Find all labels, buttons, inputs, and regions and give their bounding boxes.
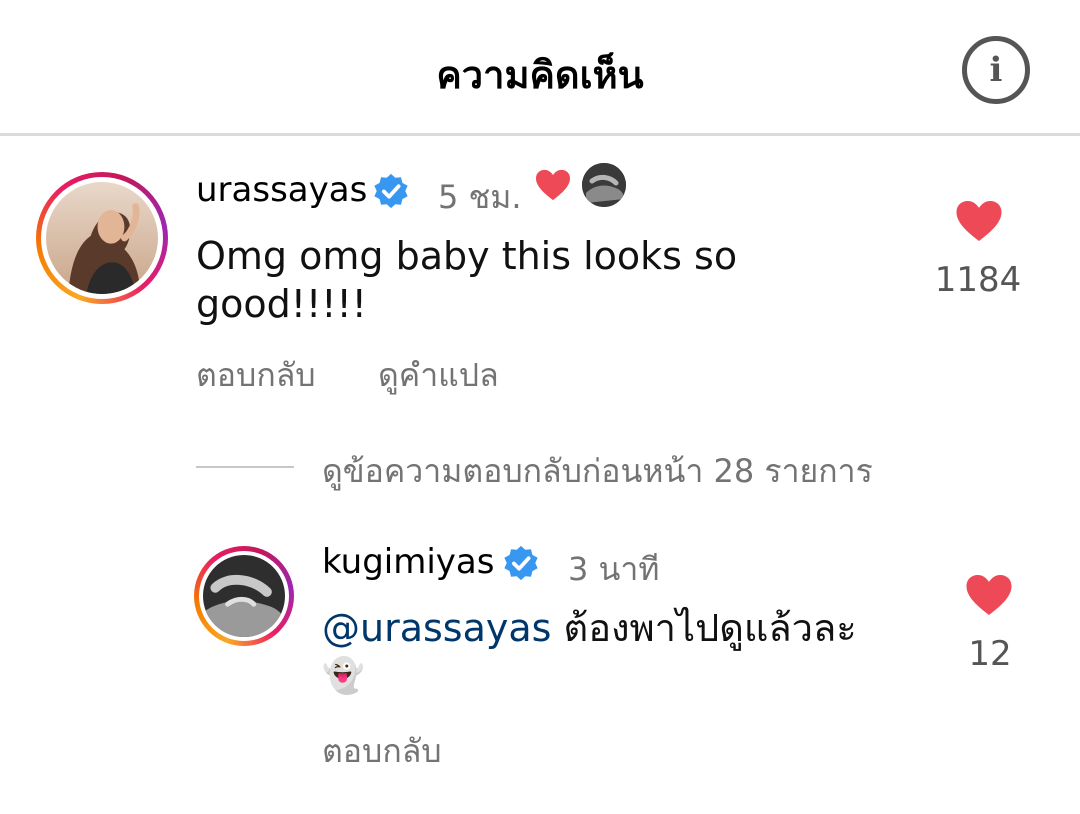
header-bar: ความคิดเห็น i <box>0 0 1080 136</box>
like-heart-icon[interactable] <box>954 198 1004 244</box>
comment-text-line: Omg omg baby this looks so <box>196 234 738 278</box>
ghost-emoji: 👻 <box>322 656 365 696</box>
creator-avatar <box>582 163 626 207</box>
verified-badge-icon <box>374 173 408 209</box>
reply-username[interactable]: kugimiyas <box>322 542 494 582</box>
avatar[interactable] <box>36 172 168 304</box>
mention-link[interactable]: @urassayas <box>322 606 551 650</box>
translate-button[interactable]: ดูคำแปล <box>378 350 499 401</box>
page-title: ความคิดเห็น <box>436 53 644 97</box>
reply-text-body: ต้องพาไปดูแล้วละ <box>551 606 857 650</box>
comment-username[interactable]: urassayas <box>196 170 367 210</box>
comment-timestamp: 5 ชม. <box>438 178 522 216</box>
replies-divider <box>196 466 294 468</box>
reply-button[interactable]: ตอบกลับ <box>322 726 442 777</box>
like-count: 1184 <box>934 260 1022 300</box>
comment-text: Omg omg baby this looks so good!!!!! <box>196 232 737 328</box>
reply-button[interactable]: ตอบกลับ <box>196 350 316 401</box>
view-previous-replies-button[interactable]: ดูข้อความตอบกลับก่อนหน้า 28 รายการ <box>322 446 873 497</box>
creator-liked-heart-icon <box>536 169 570 201</box>
avatar-photo <box>46 182 158 294</box>
avatar-photo <box>203 555 285 637</box>
like-heart-icon[interactable] <box>964 572 1014 618</box>
reply-timestamp: 3 นาที <box>568 550 660 588</box>
verified-badge-icon <box>504 545 538 581</box>
avatar[interactable] <box>194 546 294 646</box>
reply-text: @urassayas ต้องพาไปดูแล้วละ 👻 <box>322 604 857 700</box>
info-icon[interactable]: i <box>962 36 1030 104</box>
comment-text-line: good!!!!! <box>196 282 367 326</box>
like-count: 12 <box>968 634 1012 674</box>
